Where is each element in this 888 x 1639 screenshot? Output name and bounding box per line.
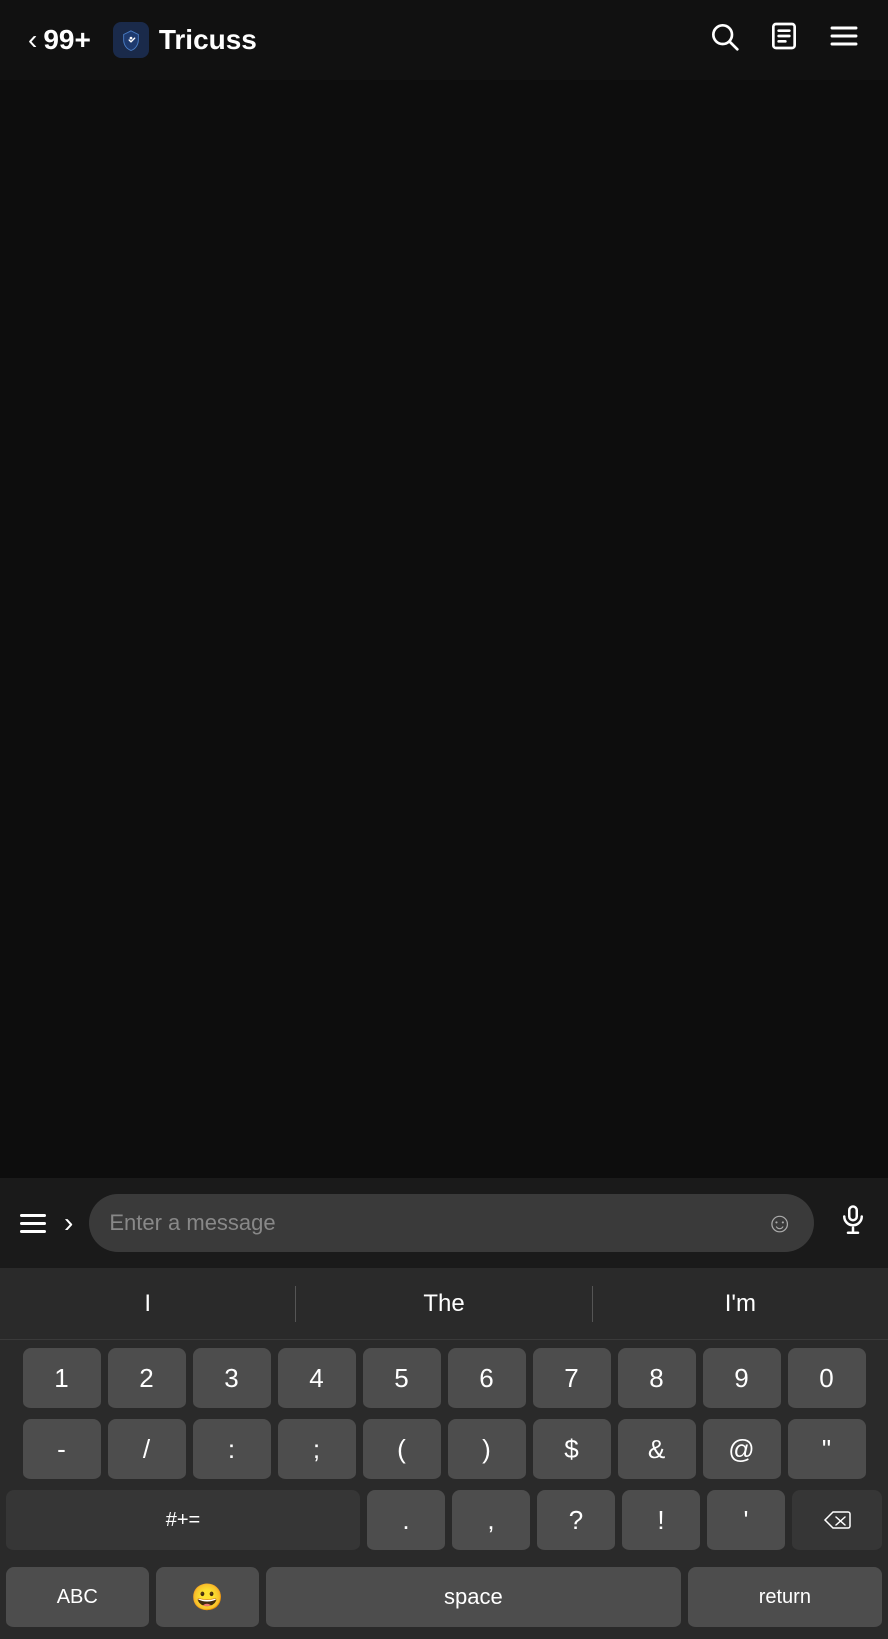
shield-badge-icon [113,22,149,58]
key-period[interactable]: . [367,1490,445,1552]
autocomplete-suggestion-2[interactable]: The [296,1268,591,1339]
key-quote[interactable]: " [788,1419,866,1481]
key-0[interactable]: 0 [788,1348,866,1410]
key-comma[interactable]: , [452,1490,530,1552]
abc-key[interactable]: ABC [6,1567,149,1629]
symbols-row: - / : ; ( ) $ & @ " [6,1419,882,1481]
delete-key[interactable] [792,1490,882,1552]
key-7[interactable]: 7 [533,1348,611,1410]
space-key[interactable]: space [266,1567,681,1629]
microphone-icon[interactable] [838,1204,868,1242]
key-4[interactable]: 4 [278,1348,356,1410]
key-apostrophe[interactable]: ' [707,1490,785,1552]
key-at[interactable]: @ [703,1419,781,1481]
autocomplete-suggestion-1[interactable]: I [0,1268,295,1339]
header: ‹ 99+ Tricuss [0,0,888,80]
key-slash[interactable]: / [108,1419,186,1481]
key-colon[interactable]: : [193,1419,271,1481]
channel-info: Tricuss [113,22,257,58]
channel-name: Tricuss [159,24,257,56]
key-1[interactable]: 1 [23,1348,101,1410]
search-icon[interactable] [708,20,740,60]
key-exclamation[interactable]: ! [622,1490,700,1552]
notes-icon[interactable] [768,20,800,60]
key-2[interactable]: 2 [108,1348,186,1410]
hamburger-menu-icon[interactable] [828,20,860,60]
key-6[interactable]: 6 [448,1348,526,1410]
autocomplete-suggestion-3[interactable]: I'm [593,1268,888,1339]
compose-options-icon[interactable] [20,1214,46,1233]
key-9[interactable]: 9 [703,1348,781,1410]
header-right [708,20,860,60]
key-question[interactable]: ? [537,1490,615,1552]
key-closeparen[interactable]: ) [448,1419,526,1481]
back-button[interactable]: ‹ 99+ [28,24,91,56]
expand-icon[interactable]: › [64,1207,73,1239]
emoji-keyboard-key[interactable]: 😀 [156,1567,260,1629]
keyboard: 1 2 3 4 5 6 7 8 9 0 - / : ; ( ) $ & @ " … [0,1340,888,1561]
key-ampersand[interactable]: & [618,1419,696,1481]
key-hashplus[interactable]: #+= [6,1490,360,1552]
back-count: 99+ [43,24,91,56]
back-chevron-icon: ‹ [28,24,37,56]
message-input[interactable] [109,1210,755,1236]
punctuation-row: #+= . , ? ! ' [6,1490,882,1552]
key-semicolon[interactable]: ; [278,1419,356,1481]
message-input-container: ☺ [89,1194,814,1252]
input-left-icons: › [20,1207,73,1239]
return-key[interactable]: return [688,1567,882,1629]
key-openparen[interactable]: ( [363,1419,441,1481]
number-row: 1 2 3 4 5 6 7 8 9 0 [6,1348,882,1410]
input-bar: › ☺ [0,1178,888,1268]
keyboard-bottom-row: ABC 😀 space return [0,1561,888,1639]
key-dollar[interactable]: $ [533,1419,611,1481]
key-3[interactable]: 3 [193,1348,271,1410]
chat-area [0,80,888,1178]
emoji-picker-icon[interactable]: ☺ [765,1207,794,1239]
header-left: ‹ 99+ Tricuss [28,22,257,58]
key-8[interactable]: 8 [618,1348,696,1410]
key-5[interactable]: 5 [363,1348,441,1410]
autocomplete-bar: I The I'm [0,1268,888,1340]
key-dash[interactable]: - [23,1419,101,1481]
